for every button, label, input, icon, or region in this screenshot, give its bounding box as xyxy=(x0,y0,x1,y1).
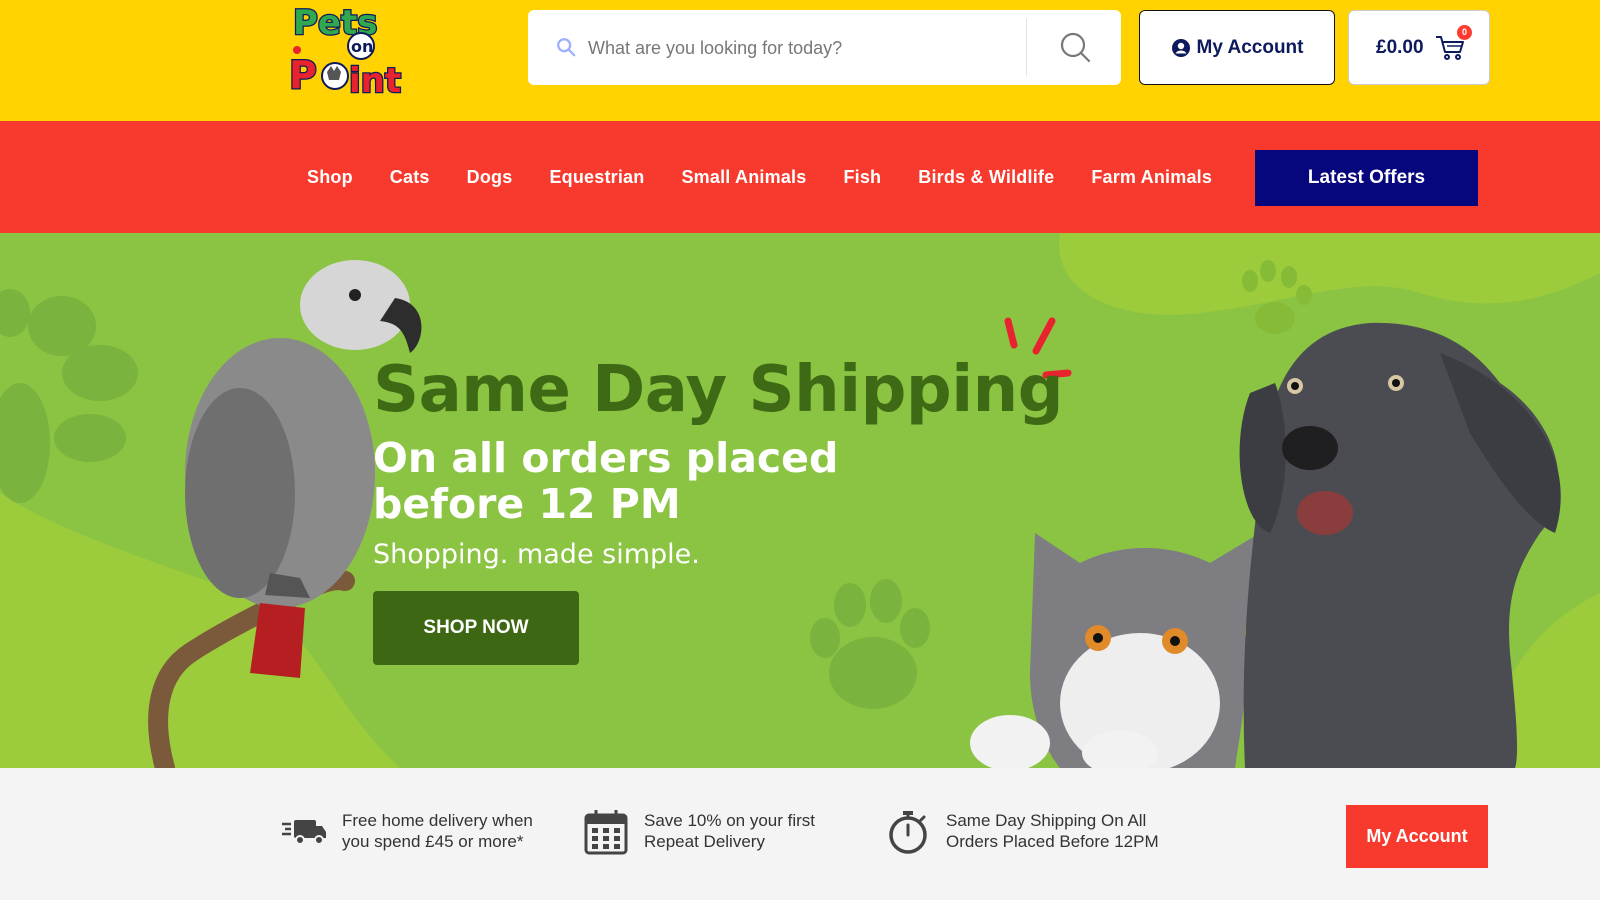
nav-item-farm-animals[interactable]: Farm Animals xyxy=(1091,167,1212,188)
nav-item-equestrian[interactable]: Equestrian xyxy=(549,167,644,188)
usp-my-account-button[interactable]: My Account xyxy=(1346,805,1488,868)
svg-text:on: on xyxy=(351,37,373,56)
latest-offers-button[interactable]: Latest Offers xyxy=(1255,150,1478,206)
dog-illustration xyxy=(1239,322,1561,768)
usp-same-day-line2: Orders Placed Before 12PM xyxy=(946,832,1159,851)
usp-item-same-day: Same Day Shipping On All Orders Placed B… xyxy=(884,810,1159,856)
nav-item-shop[interactable]: Shop xyxy=(307,167,353,188)
paw-print-left-decor xyxy=(0,289,138,503)
usp-repeat-delivery-line1: Save 10% on your first xyxy=(644,811,816,830)
my-account-label: My Account xyxy=(1196,36,1304,58)
usp-item-repeat-delivery: Save 10% on your first Repeat Delivery xyxy=(582,810,815,856)
usp-repeat-delivery-line2: Repeat Delivery xyxy=(644,832,765,851)
usp-item-free-delivery: Free home delivery when you spend £45 or… xyxy=(280,810,533,856)
search-input[interactable] xyxy=(588,28,1018,68)
calendar-icon xyxy=(584,810,628,855)
usp-repeat-delivery-text: Save 10% on your first Repeat Delivery xyxy=(644,810,815,852)
cart-count-badge: 0 xyxy=(1457,25,1472,40)
search-submit-button[interactable] xyxy=(1056,28,1096,68)
cart-total: £0.00 xyxy=(1376,37,1424,58)
nav-item-cats[interactable]: Cats xyxy=(390,167,430,188)
nav-item-birds-wildlife[interactable]: Birds & Wildlife xyxy=(918,167,1054,188)
stopwatch-icon xyxy=(889,811,927,854)
usp-same-day-line1: Same Day Shipping On All xyxy=(946,811,1147,830)
nav-item-small-animals[interactable]: Small Animals xyxy=(681,167,806,188)
shop-now-button[interactable]: SHOP NOW xyxy=(373,591,579,665)
usp-free-delivery-line2: you spend £45 or more* xyxy=(342,832,524,851)
usp-bar: Free home delivery when you spend £45 or… xyxy=(0,768,1600,900)
nav-item-dogs[interactable]: Dogs xyxy=(467,167,513,188)
usp-free-delivery-line1: Free home delivery when xyxy=(342,811,533,830)
search-bar xyxy=(528,10,1121,85)
delivery-truck-icon xyxy=(282,820,326,845)
svg-text:int: int xyxy=(349,61,401,100)
nav-links: Shop Cats Dogs Equestrian Small Animals … xyxy=(307,121,1249,233)
main-navigation: Shop Cats Dogs Equestrian Small Animals … xyxy=(0,121,1600,233)
usp-free-delivery-text: Free home delivery when you spend £45 or… xyxy=(342,810,533,852)
hero-subtitle: On all orders placed before 12 PM xyxy=(373,434,839,528)
site-header: Pets on P int My Account £0.00 xyxy=(0,0,1600,121)
nav-item-fish[interactable]: Fish xyxy=(843,167,881,188)
hero-banner: Same Day Shipping On all orders placed b… xyxy=(0,233,1600,768)
user-circle-icon xyxy=(1171,38,1190,57)
hero-title: Same Day Shipping xyxy=(373,353,1064,427)
hero-tagline: Shopping. made simple. xyxy=(373,539,700,570)
usp-same-day-text: Same Day Shipping On All Orders Placed B… xyxy=(946,810,1159,852)
svg-text:P: P xyxy=(289,53,317,97)
cart-button[interactable]: £0.00 0 xyxy=(1348,10,1490,85)
cat-illustration xyxy=(970,533,1260,768)
pets-on-point-logo[interactable]: Pets on P int xyxy=(287,0,422,100)
paw-print-center-decor xyxy=(810,579,930,709)
search-icon xyxy=(557,38,576,57)
my-account-button[interactable]: My Account xyxy=(1139,10,1335,85)
search-divider xyxy=(1026,18,1027,76)
